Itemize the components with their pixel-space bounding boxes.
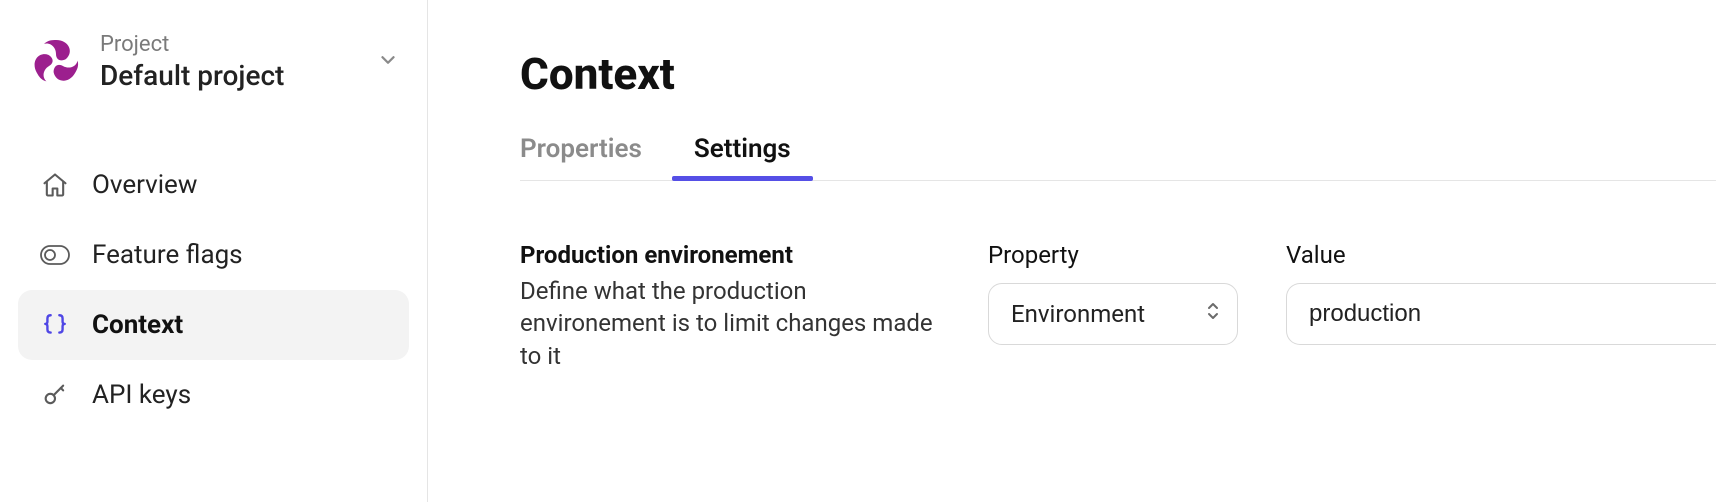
toggle-icon bbox=[40, 245, 70, 265]
sidebar-item-label: Overview bbox=[92, 170, 197, 200]
property-select[interactable]: Environment bbox=[988, 283, 1238, 345]
property-field: Property Environment bbox=[988, 241, 1238, 345]
tab-settings[interactable]: Settings bbox=[694, 134, 791, 180]
logo-icon bbox=[28, 34, 84, 90]
sidebar-item-context[interactable]: Context bbox=[18, 290, 409, 360]
select-updown-icon bbox=[1205, 300, 1221, 328]
value-field: Value bbox=[1286, 241, 1716, 345]
value-input[interactable] bbox=[1286, 283, 1716, 345]
braces-icon bbox=[40, 312, 70, 338]
project-labels: Project Default project bbox=[100, 32, 361, 92]
setting-title: Production environement bbox=[520, 241, 940, 269]
tab-properties[interactable]: Properties bbox=[520, 134, 642, 180]
sidebar-item-label: API keys bbox=[92, 380, 191, 410]
settings-row: Production environement Define what the … bbox=[520, 241, 1716, 372]
sidebar-item-label: Context bbox=[92, 310, 183, 340]
sidebar-item-overview[interactable]: Overview bbox=[18, 150, 409, 220]
sidebar-item-feature-flags[interactable]: Feature flags bbox=[18, 220, 409, 290]
page-title: Context bbox=[520, 48, 1716, 100]
property-select-value: Environment bbox=[1011, 300, 1145, 328]
sidebar-item-label: Feature flags bbox=[92, 240, 243, 270]
chevron-down-icon bbox=[377, 49, 399, 75]
home-icon bbox=[40, 171, 70, 199]
project-eyebrow: Project bbox=[100, 32, 361, 57]
tabs: Properties Settings bbox=[520, 134, 1716, 181]
tab-label: Settings bbox=[694, 134, 791, 164]
sidebar-item-api-keys[interactable]: API keys bbox=[18, 360, 409, 430]
project-picker[interactable]: Project Default project bbox=[18, 24, 409, 100]
setting-description: Production environement Define what the … bbox=[520, 241, 940, 372]
property-label: Property bbox=[988, 241, 1238, 269]
value-label: Value bbox=[1286, 241, 1716, 269]
main: Context Properties Settings Production e… bbox=[428, 0, 1716, 502]
project-name: Default project bbox=[100, 59, 361, 92]
tab-label: Properties bbox=[520, 134, 642, 164]
key-icon bbox=[40, 381, 70, 409]
sidebar: Project Default project Overview Feature… bbox=[0, 0, 428, 502]
setting-body: Define what the production environement … bbox=[520, 275, 940, 372]
nav: Overview Feature flags Context API keys bbox=[18, 150, 409, 430]
